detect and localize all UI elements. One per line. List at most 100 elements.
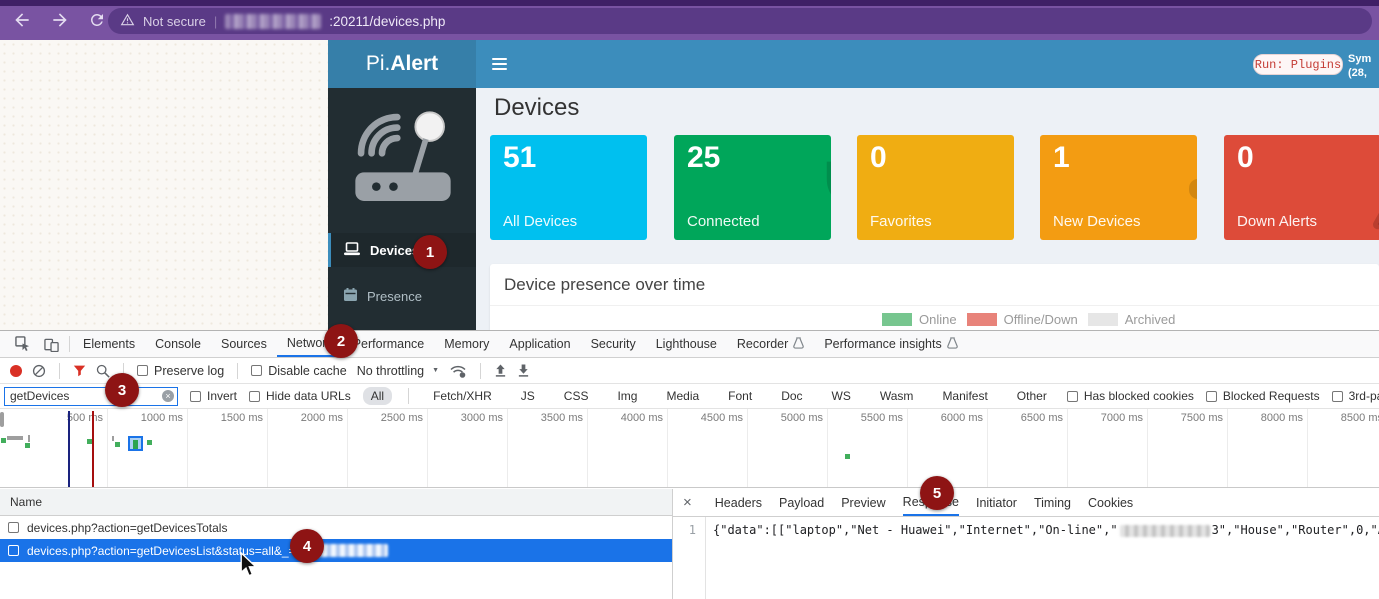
- inspect-element-icon[interactable]: [8, 331, 37, 357]
- network-conditions-icon[interactable]: [449, 363, 467, 378]
- third-party-requests-checkbox[interactable]: 3rd-party requests: [1332, 389, 1379, 403]
- checkbox[interactable]: [190, 391, 201, 402]
- chip-media[interactable]: Media: [658, 387, 707, 405]
- chip-manifest[interactable]: Manifest: [934, 387, 995, 405]
- export-har-icon[interactable]: [517, 363, 530, 378]
- not-secure-label[interactable]: Not secure: [143, 14, 206, 29]
- sidebar-item-presence[interactable]: Presence: [328, 279, 476, 313]
- legend-label: Archived: [1125, 312, 1176, 327]
- tab-console[interactable]: Console: [145, 331, 211, 357]
- tab-elements[interactable]: Elements: [73, 331, 145, 357]
- request-name-column-header[interactable]: Name: [0, 489, 672, 516]
- clear-input-icon[interactable]: ×: [162, 390, 174, 402]
- invert-checkbox[interactable]: Invert: [190, 389, 237, 403]
- has-blocked-cookies-checkbox[interactable]: Has blocked cookies: [1067, 389, 1194, 403]
- tab-timing[interactable]: Timing: [1034, 489, 1071, 516]
- chip-js[interactable]: JS: [513, 387, 543, 405]
- response-json-content[interactable]: {"data":[["laptop","Net - Huawei","Inter…: [706, 517, 1379, 599]
- preserve-log-checkbox[interactable]: Preserve log: [137, 364, 224, 378]
- tab-security[interactable]: Security: [581, 331, 646, 357]
- card-all-devices[interactable]: 51 All Devices: [490, 135, 647, 240]
- card-new-devices[interactable]: 1 New Devices: [1040, 135, 1197, 240]
- timeline-tick: 2500 ms: [348, 409, 428, 487]
- tab-headers[interactable]: Headers: [715, 489, 762, 516]
- chip-doc[interactable]: Doc: [773, 387, 810, 405]
- chip-ws[interactable]: WS: [824, 387, 859, 405]
- pialert-logo[interactable]: Pi.Alert: [328, 40, 476, 88]
- record-button[interactable]: [10, 365, 22, 377]
- card-value: 0: [1237, 141, 1379, 175]
- devtools-panel: Elements Console Sources Network Perform…: [0, 330, 1379, 599]
- screenshot-root: Not secure | :20211/devices.php Pi.Alert…: [0, 0, 1379, 599]
- timeline-tick: 7500 ms: [1148, 409, 1228, 487]
- timeline-tick: 4500 ms: [668, 409, 748, 487]
- clear-icon[interactable]: [32, 364, 46, 378]
- back-icon[interactable]: [12, 10, 32, 35]
- tab-sources[interactable]: Sources: [211, 331, 277, 357]
- checkbox[interactable]: [8, 522, 19, 533]
- filter-input[interactable]: [4, 387, 178, 406]
- tab-preview[interactable]: Preview: [841, 489, 885, 516]
- chip-font[interactable]: Font: [720, 387, 760, 405]
- disable-cache-checkbox[interactable]: Disable cache: [251, 364, 347, 378]
- tab-payload[interactable]: Payload: [779, 489, 824, 516]
- checkbox[interactable]: [137, 365, 148, 376]
- timeline-tick: 5000 ms: [748, 409, 828, 487]
- filter-funnel-icon[interactable]: [73, 364, 86, 377]
- chip-wasm[interactable]: Wasm: [872, 387, 922, 405]
- chip-img[interactable]: Img: [609, 387, 645, 405]
- chip-other[interactable]: Other: [1009, 387, 1055, 405]
- timeline-tick: 1000 ms: [108, 409, 188, 487]
- annotation-step-5: 5: [920, 476, 954, 510]
- hamburger-menu-icon[interactable]: [492, 58, 507, 70]
- reload-icon[interactable]: [88, 11, 106, 34]
- chip-fetch-xhr[interactable]: Fetch/XHR: [425, 387, 500, 405]
- request-tick: [112, 436, 114, 441]
- address-separator: |: [214, 14, 217, 29]
- sidebar-item-devices[interactable]: Devices: [328, 233, 476, 267]
- card-favorites[interactable]: 0 Favorites: [857, 135, 1014, 240]
- tab-performance-insights[interactable]: Performance insights: [814, 331, 967, 357]
- timeline-tick: 4000 ms: [588, 409, 668, 487]
- address-bar[interactable]: Not secure | :20211/devices.php: [108, 8, 1372, 34]
- checkbox[interactable]: [249, 391, 260, 402]
- card-connected[interactable]: 25 Connected: [674, 135, 831, 240]
- checkbox[interactable]: [1206, 391, 1217, 402]
- close-icon[interactable]: ×: [683, 489, 698, 516]
- offline-swatch: [967, 313, 997, 326]
- tab-cookies[interactable]: Cookies: [1088, 489, 1133, 516]
- checkbox[interactable]: [1332, 391, 1343, 402]
- timeline-tick: 8500 ms: [1308, 409, 1379, 487]
- hide-data-urls-checkbox[interactable]: Hide data URLs: [249, 389, 351, 403]
- request-dot: [845, 454, 850, 459]
- tab-application[interactable]: Application: [499, 331, 580, 357]
- network-overview-timeline[interactable]: 500 ms 1000 ms 1500 ms 2000 ms 2500 ms 3…: [0, 409, 1379, 488]
- checkbox[interactable]: [8, 545, 19, 556]
- chip-css[interactable]: CSS: [556, 387, 597, 405]
- search-icon[interactable]: [96, 364, 110, 378]
- checkbox[interactable]: [251, 365, 262, 376]
- url-port-path[interactable]: :20211/devices.php: [329, 14, 445, 29]
- device-toolbar-icon[interactable]: [37, 331, 66, 357]
- blocked-requests-checkbox[interactable]: Blocked Requests: [1206, 389, 1320, 403]
- tab-initiator[interactable]: Initiator: [976, 489, 1017, 516]
- tab-recorder[interactable]: Recorder: [727, 331, 814, 357]
- card-down-alerts[interactable]: 0 Down Alerts: [1224, 135, 1379, 240]
- forward-icon[interactable]: [50, 10, 70, 35]
- sidebar-item-label: Devices: [370, 243, 419, 258]
- tab-lighthouse[interactable]: Lighthouse: [646, 331, 727, 357]
- browser-toolbar: Not secure | :20211/devices.php: [0, 0, 1379, 40]
- throttling-dropdown[interactable]: No throttling ▼: [357, 364, 439, 378]
- annotation-step-2: 2: [324, 324, 358, 358]
- tab-memory[interactable]: Memory: [434, 331, 499, 357]
- request-row-get-devices-list[interactable]: devices.php?action=getDevicesList&status…: [0, 539, 672, 562]
- app-top-navbar: [476, 40, 1379, 88]
- request-row-get-devices-totals[interactable]: devices.php?action=getDevicesTotals: [0, 516, 672, 539]
- checkbox[interactable]: [1067, 391, 1078, 402]
- run-plugins-button[interactable]: Run: Plugins: [1253, 54, 1343, 75]
- import-har-icon[interactable]: [494, 363, 507, 378]
- timeline-tick: 7000 ms: [1068, 409, 1148, 487]
- request-detail-pane: × Headers Payload Preview Response Initi…: [672, 489, 1379, 599]
- chip-all[interactable]: All: [363, 387, 392, 405]
- logo-prefix: Pi.: [366, 52, 391, 76]
